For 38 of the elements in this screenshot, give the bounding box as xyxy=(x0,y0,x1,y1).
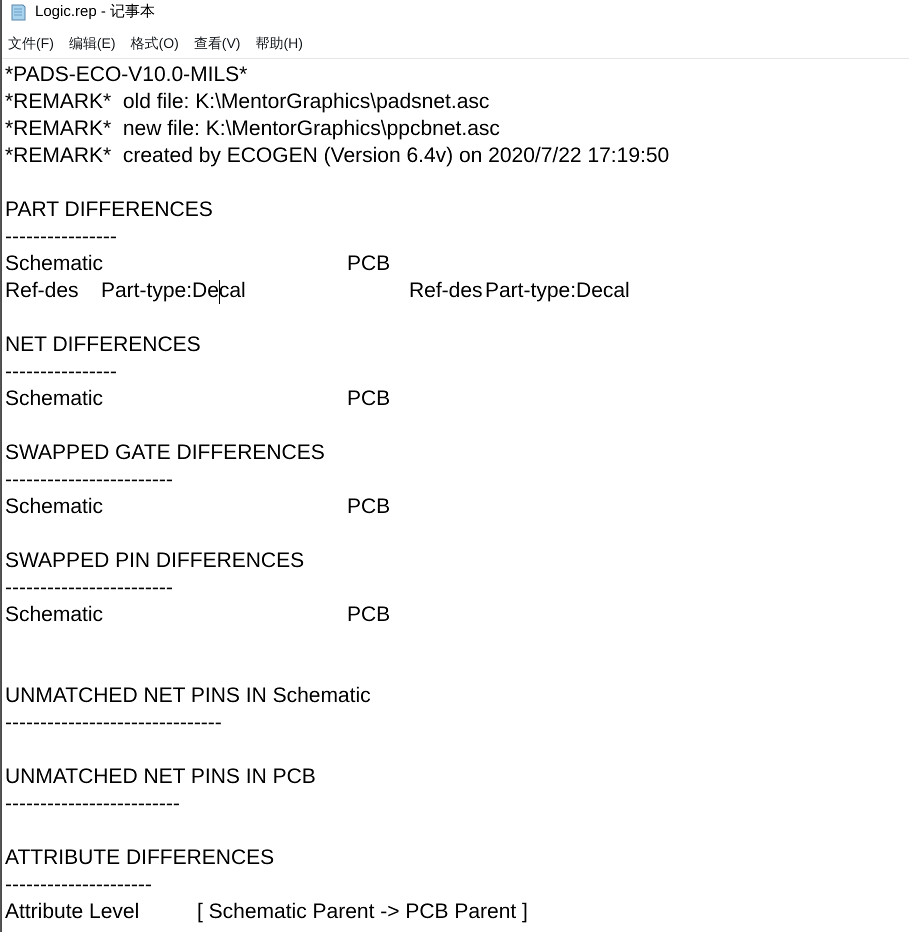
menu-item[interactable]: 帮助(H) xyxy=(247,28,310,58)
dash-rule-text: ------------------------ xyxy=(5,575,173,601)
menu-item[interactable]: 编辑(E) xyxy=(60,28,123,58)
window-title: Logic.rep - 记事本 xyxy=(35,2,156,22)
menu-item[interactable]: 查看(V) xyxy=(186,28,248,58)
menu-item[interactable]: 格式(O) xyxy=(122,28,186,58)
dash-rule-text: ---------------- xyxy=(5,224,117,250)
column-text: Ref-des xyxy=(5,278,80,304)
dash-rule-text: ------------------------- xyxy=(5,791,180,817)
dash-rule-text: ------------------------ xyxy=(5,467,173,493)
text-line: ATTRIBUTE DIFFERENCES xyxy=(5,845,274,871)
column-text: Attribute Level xyxy=(5,899,140,925)
text-line: *REMARK* created by ECOGEN (Version 6.4v) on 2020/7/22 17:19:50 xyxy=(5,143,670,169)
dash-rule-text: ---------------- xyxy=(5,359,117,385)
text-line: NET DIFFERENCES xyxy=(5,332,201,358)
column-text: PCB xyxy=(347,602,390,628)
text-line: UNMATCHED NET PINS IN Schematic xyxy=(5,683,371,709)
text-line: UNMATCHED NET PINS IN PCB xyxy=(5,764,316,790)
column-text: Schematic xyxy=(5,602,104,628)
column-text: Schematic xyxy=(5,494,104,520)
text-line: PART DIFFERENCES xyxy=(5,197,213,223)
column-text: Part-type:Decal xyxy=(485,278,630,304)
column-text: PCB xyxy=(347,251,390,277)
column-text: Schematic xyxy=(5,386,104,412)
column-text: PCB xyxy=(347,386,390,412)
menu-item[interactable]: 文件(F) xyxy=(2,28,61,58)
column-text: [ Schematic Parent -> PCB Parent ] xyxy=(197,899,528,925)
text-line: SWAPPED GATE DIFFERENCES xyxy=(5,440,325,466)
column-text: PCB xyxy=(347,494,390,520)
column-text: Ref-des xyxy=(409,278,484,304)
text-line: *REMARK* new file: K:\MentorGraphics\ppcbnet.asc xyxy=(5,116,500,142)
dash-rule-text: ------------------------------- xyxy=(5,710,222,736)
text-line: *REMARK* old file: K:\MentorGraphics\padsnet.asc xyxy=(5,89,490,115)
text-line: *PADS-ECO-V10.0-MILS* xyxy=(5,62,248,88)
column-text: Schematic xyxy=(5,251,104,277)
dash-rule-text: --------------------- xyxy=(5,872,152,898)
text-line: SWAPPED PIN DIFFERENCES xyxy=(5,548,304,574)
notepad-icon xyxy=(10,4,27,20)
